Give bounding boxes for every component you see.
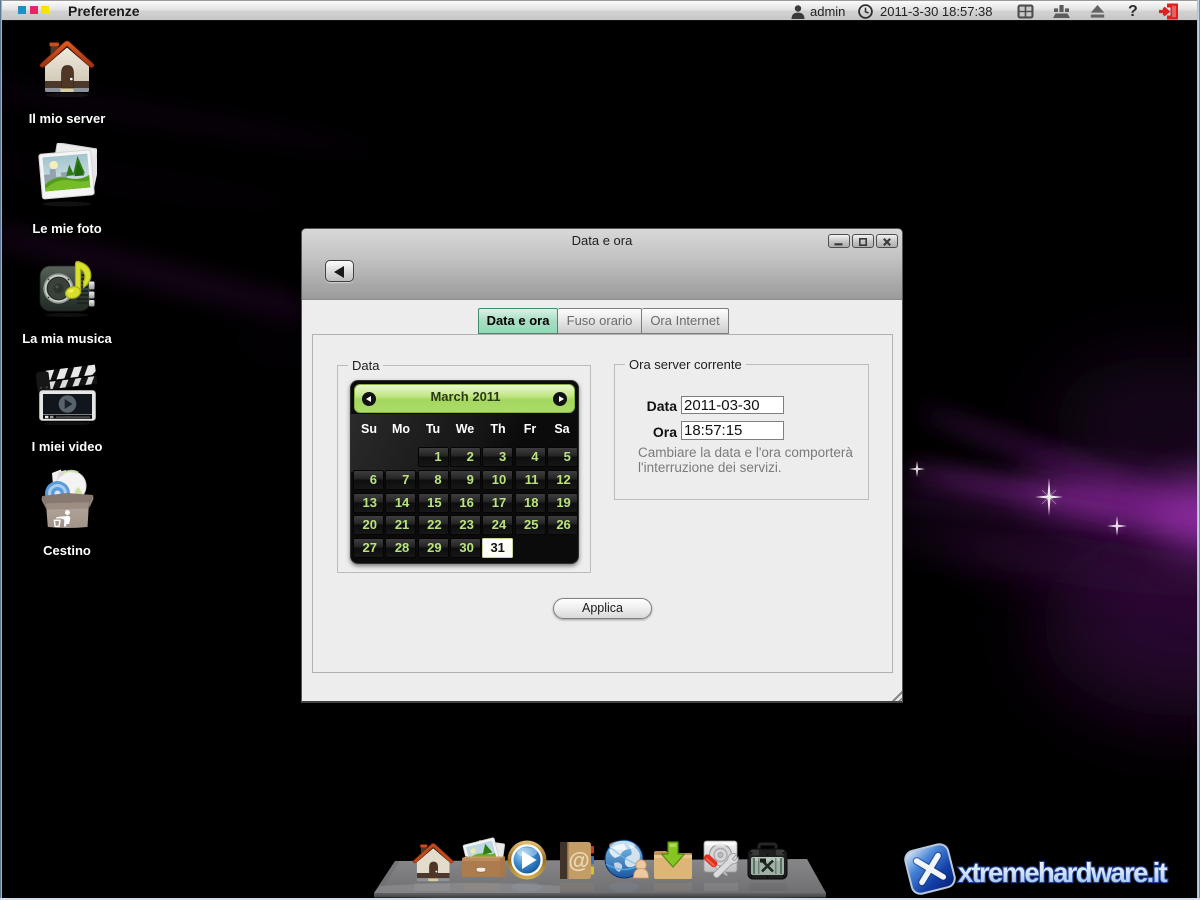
svg-text:xtremehardware.it: xtremehardware.it: [958, 857, 1168, 888]
svg-text:@: @: [568, 848, 589, 873]
